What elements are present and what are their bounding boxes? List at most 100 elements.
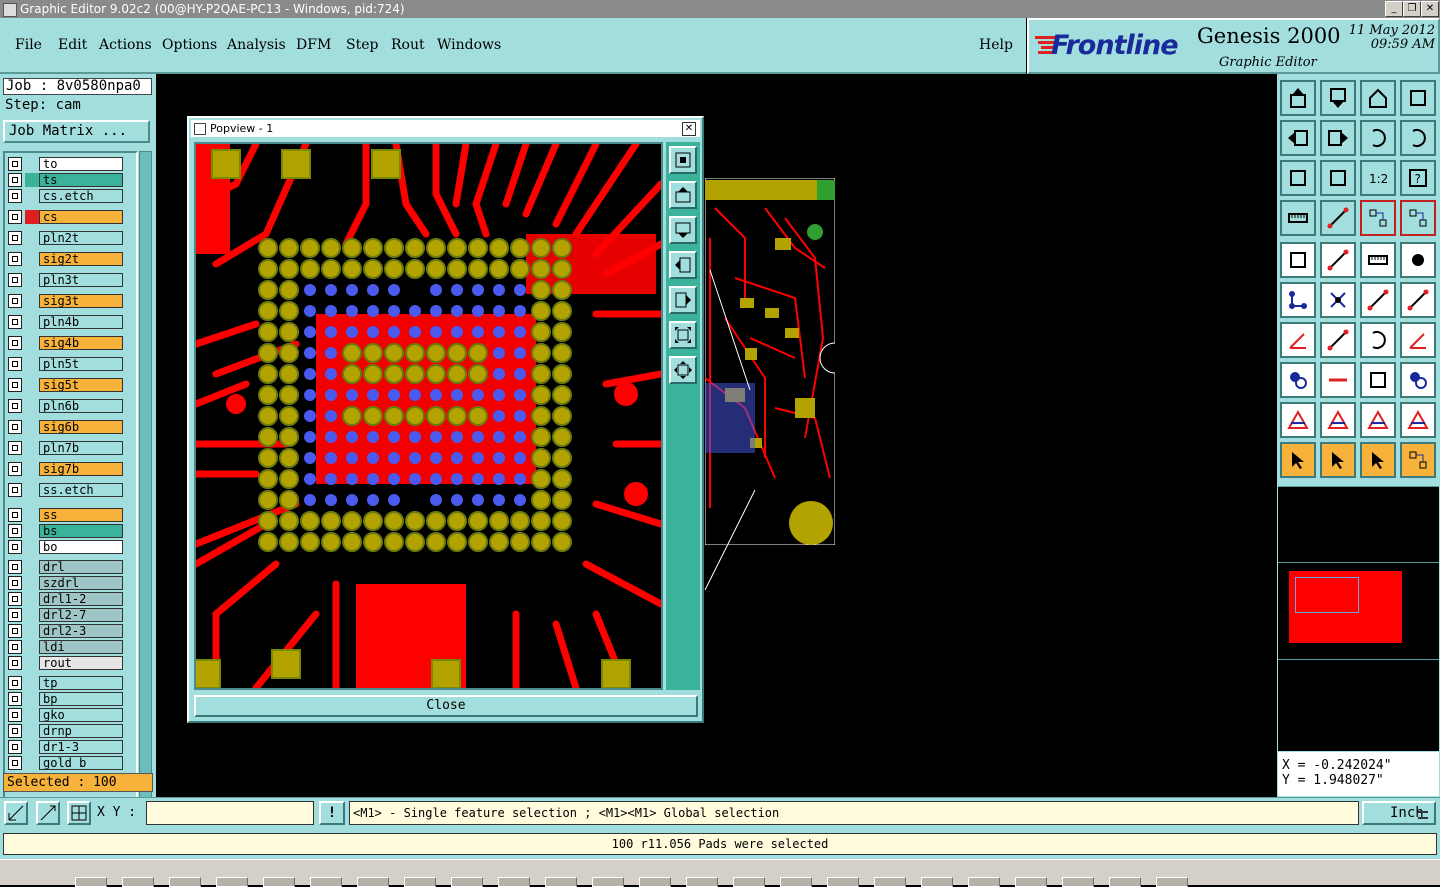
layer-checkbox[interactable] [8, 740, 22, 754]
popview-zoom-in-button[interactable] [669, 146, 697, 174]
taskbar-button[interactable] [874, 877, 906, 887]
taskbar-button[interactable] [686, 877, 718, 887]
layer-color-swatch[interactable] [25, 315, 39, 329]
layer-color-swatch[interactable] [25, 357, 39, 371]
layer-checkbox[interactable] [8, 508, 22, 522]
taskbar-button[interactable] [357, 877, 389, 887]
layer-name[interactable]: sig6b [39, 420, 123, 434]
layer-checkbox[interactable] [8, 708, 22, 722]
popview-fit-button[interactable] [669, 321, 697, 349]
dash-icon[interactable] [1320, 362, 1356, 398]
probe-icon[interactable] [1320, 200, 1356, 236]
layer-row-tp[interactable]: tp [8, 676, 126, 690]
layer-color-swatch[interactable] [25, 508, 39, 522]
layer-name[interactable]: gko [39, 708, 123, 722]
popview-pan-left-button[interactable] [669, 251, 697, 279]
menu-step[interactable]: Step [346, 37, 378, 53]
layer-color-swatch[interactable] [25, 252, 39, 266]
fit-all-icon[interactable] [1320, 160, 1356, 196]
taskbar-button[interactable] [404, 877, 436, 887]
layer-name[interactable]: cs.etch [39, 189, 123, 203]
layer-name[interactable]: drnp [39, 724, 123, 738]
layer-name[interactable]: to [39, 157, 123, 171]
layer-name[interactable]: drl2-3 [39, 624, 123, 638]
layer-row-ss[interactable]: ss [8, 508, 126, 522]
snap-icon[interactable] [1400, 120, 1436, 156]
triangle-icon[interactable] [1280, 402, 1316, 438]
select-arrow-icon[interactable] [1280, 442, 1316, 478]
layer-color-swatch[interactable] [25, 624, 39, 638]
layer-color-swatch[interactable] [25, 740, 39, 754]
layer-checkbox[interactable] [8, 524, 22, 538]
info-icon[interactable]: ! [319, 801, 345, 825]
taskbar-button[interactable] [263, 877, 295, 887]
popview-zoom-out-button[interactable] [669, 356, 697, 384]
layer-checkbox[interactable] [8, 420, 22, 434]
layer-color-swatch[interactable] [25, 560, 39, 574]
help-icon[interactable]: ? [1400, 160, 1436, 196]
layer-checkbox[interactable] [8, 592, 22, 606]
layer-row-rout[interactable]: rout [8, 656, 126, 670]
taskbar-button[interactable] [75, 877, 107, 887]
layer-name[interactable]: sig3t [39, 294, 123, 308]
layer-name[interactable]: gold_b [39, 756, 123, 770]
layer-name[interactable]: drl [39, 560, 123, 574]
layer-name[interactable]: pln7b [39, 441, 123, 455]
layer-checkbox[interactable] [8, 336, 22, 350]
layer-name[interactable]: tp [39, 676, 123, 690]
menu-help[interactable]: Help [979, 37, 1013, 53]
layer-row-pln5t[interactable]: pln5t [8, 357, 126, 371]
layer-row-dr1-3[interactable]: dr1-3 [8, 740, 126, 754]
layer-color-swatch[interactable] [25, 273, 39, 287]
layer-row-sig6b[interactable]: sig6b [8, 420, 126, 434]
select-net-icon[interactable] [1400, 442, 1436, 478]
group-icon[interactable] [1400, 362, 1436, 398]
taskbar-button[interactable] [780, 877, 812, 887]
layer-checkbox[interactable] [8, 294, 22, 308]
layer-name[interactable]: pln5t [39, 357, 123, 371]
layer-color-swatch[interactable] [25, 399, 39, 413]
layer-checkbox[interactable] [8, 231, 22, 245]
layer-name[interactable]: pln3t [39, 273, 123, 287]
snap-pad-icon[interactable] [1280, 362, 1316, 398]
layer-color-swatch[interactable] [25, 462, 39, 476]
layer-checkbox[interactable] [8, 724, 22, 738]
flip-icon[interactable] [1360, 120, 1396, 156]
close-window-button[interactable]: ✕ [1421, 1, 1439, 17]
layer-color-swatch[interactable] [25, 210, 39, 224]
layer-name[interactable]: sig4b [39, 336, 123, 350]
fit-vertical-icon[interactable] [1280, 160, 1316, 196]
layer-checkbox[interactable] [8, 399, 22, 413]
layer-color-swatch[interactable] [25, 231, 39, 245]
layer-name[interactable]: drl1-2 [39, 592, 123, 606]
popview-pan-up-button[interactable] [669, 181, 697, 209]
home-icon[interactable] [1360, 80, 1396, 116]
layer-color-swatch[interactable] [25, 420, 39, 434]
layer-color-swatch[interactable] [25, 441, 39, 455]
layer-name[interactable]: szdrl [39, 576, 123, 590]
taskbar-button[interactable] [733, 877, 765, 887]
menu-actions[interactable]: Actions [99, 37, 152, 53]
layer-checkbox[interactable] [8, 560, 22, 574]
taskbar-button[interactable] [592, 877, 624, 887]
layer-color-swatch[interactable] [25, 378, 39, 392]
navigator[interactable] [1278, 486, 1439, 751]
layer-checkbox[interactable] [8, 252, 22, 266]
taskbar-button[interactable] [1109, 877, 1141, 887]
layer-color-swatch[interactable] [25, 676, 39, 690]
layer-checkbox[interactable] [8, 173, 22, 187]
layer-color-swatch[interactable] [25, 592, 39, 606]
xy-input[interactable] [146, 801, 314, 825]
layer-name[interactable]: ts [39, 173, 123, 187]
taskbar-button[interactable] [1062, 877, 1094, 887]
layer-checkbox[interactable] [8, 273, 22, 287]
taskbar-button[interactable] [827, 877, 859, 887]
navigator-area[interactable] [1278, 562, 1439, 660]
taskbar-button[interactable] [451, 877, 483, 887]
layer-row-sig2t[interactable]: sig2t [8, 252, 126, 266]
layer-row-bp[interactable]: bp [8, 692, 126, 706]
select-box-icon[interactable] [1320, 442, 1356, 478]
layer-color-swatch[interactable] [25, 692, 39, 706]
taskbar-button[interactable] [498, 877, 530, 887]
layer-name[interactable]: ldi [39, 640, 123, 654]
